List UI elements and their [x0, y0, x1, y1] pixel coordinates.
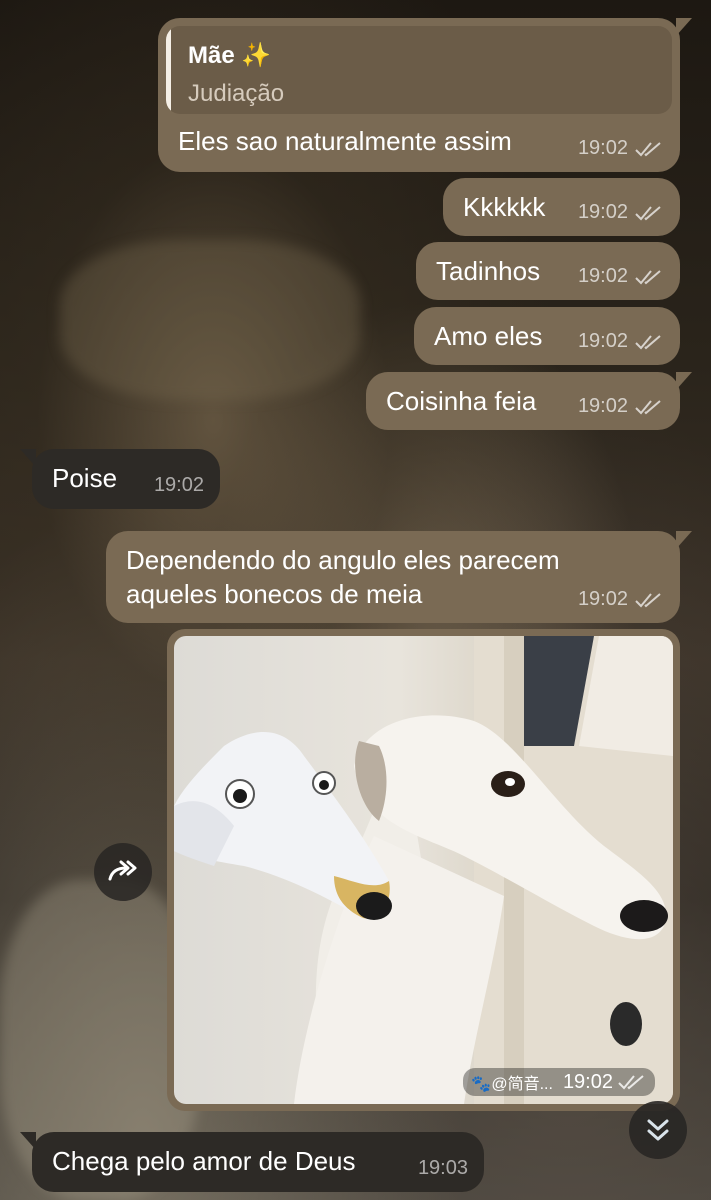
double-check-icon — [635, 334, 661, 349]
message-text-line-1: Dependendo do angulo eles parecem — [126, 545, 560, 575]
reply-accent-bar — [166, 26, 171, 114]
outgoing-message[interactable]: Tadinhos 19:02 — [416, 242, 680, 300]
message-text: Amo eles — [434, 321, 543, 351]
message-time: 19:02 — [577, 265, 628, 287]
double-chevron-down-icon — [647, 1119, 669, 1141]
outgoing-message[interactable]: Kkkkkk 19:02 — [443, 178, 680, 236]
outgoing-message[interactable]: Coisinha feia 19:02 — [366, 372, 692, 430]
message-time: 19:02 — [577, 330, 628, 352]
message-time: 19:03 — [417, 1157, 468, 1179]
incoming-message[interactable]: Chega pelo amor de Deus 19:03 — [20, 1132, 484, 1192]
message-meta: 19:02 — [578, 582, 664, 617]
outgoing-message-reply[interactable]: Mãe ✨ Judiação Eles sao naturalmente ass… — [158, 18, 692, 172]
message-meta: 19:03 — [418, 1151, 468, 1186]
outgoing-message[interactable]: Dependendo do angulo eles parecem aquele… — [106, 531, 692, 623]
message-time: 19:02 — [577, 588, 628, 610]
message-time: 19:02 — [562, 1070, 613, 1093]
double-check-icon — [635, 141, 661, 156]
reply-sender-name: Mãe ✨ — [188, 42, 272, 69]
double-check-icon — [635, 592, 661, 607]
double-check-icon — [635, 269, 661, 284]
reply-quoted-text: Judiação — [188, 80, 285, 107]
message-text: Poise — [52, 463, 118, 493]
background-wallpaper — [60, 240, 360, 400]
message-text: Tadinhos — [436, 256, 541, 286]
message-text-line-2: aqueles bonecos de meia — [126, 579, 423, 609]
message-time: 19:02 — [577, 395, 628, 417]
message-time: 19:02 — [577, 137, 628, 159]
message-meta: 19:02 — [578, 389, 664, 424]
photo-message[interactable]: 🐾@简音... 19:02 — [167, 629, 680, 1111]
scroll-to-bottom-button[interactable] — [629, 1101, 687, 1159]
message-meta: 19:02 — [578, 195, 664, 230]
dog-sock-puppet-photo[interactable]: 🐾@简音... 19:02 — [174, 636, 673, 1104]
message-meta: 19:02 — [578, 259, 664, 294]
photo-illustration — [174, 636, 673, 1104]
message-time: 19:02 — [153, 474, 204, 496]
message-meta: 19:02 — [578, 324, 664, 359]
chat-screen: Mãe ✨ Judiação Eles sao naturalmente ass… — [0, 0, 711, 1200]
message-meta: 19:02 — [154, 468, 204, 503]
photo-watermark: 🐾@简音... — [471, 1076, 553, 1093]
message-text: Kkkkkk — [463, 192, 546, 222]
message-text: Coisinha feia — [386, 386, 537, 416]
reply-quote[interactable]: Mãe ✨ Judiação — [166, 26, 672, 114]
message-meta: 19:02 — [578, 131, 664, 166]
photo-meta: 🐾@简音... 19:02 — [463, 1068, 655, 1096]
message-text: Chega pelo amor de Deus — [52, 1146, 356, 1176]
message-time: 19:02 — [577, 201, 628, 223]
incoming-message[interactable]: Poise 19:02 — [20, 449, 220, 509]
double-check-icon — [635, 205, 661, 220]
message-text: Eles sao naturalmente assim — [178, 126, 512, 156]
double-check-icon — [618, 1075, 644, 1090]
outgoing-message[interactable]: Amo eles 19:02 — [414, 307, 680, 365]
forward-button[interactable] — [94, 843, 152, 901]
forward-arrow-icon — [108, 860, 137, 881]
double-check-icon — [635, 399, 661, 414]
